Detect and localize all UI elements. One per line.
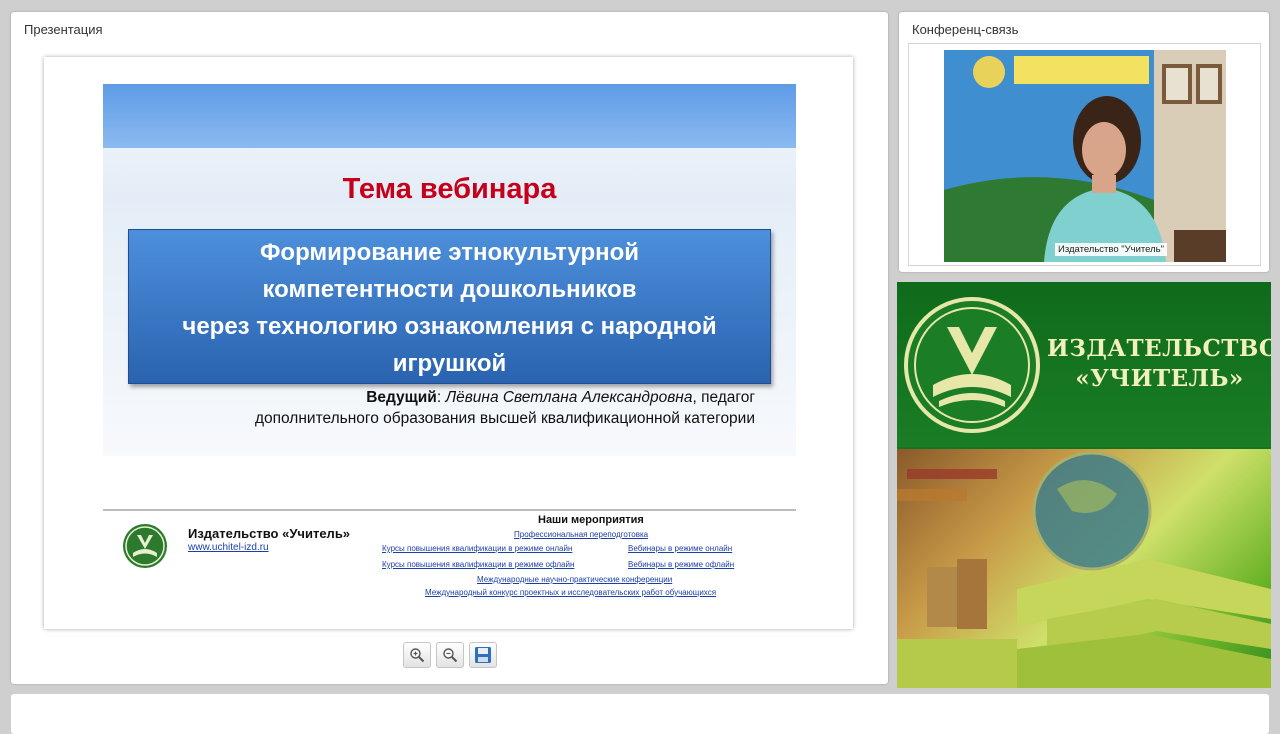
zoom-in-button[interactable] bbox=[403, 642, 431, 668]
publisher-emblem-icon bbox=[904, 297, 1040, 433]
zoom-in-icon bbox=[410, 648, 425, 663]
banner-books-image bbox=[897, 449, 1271, 688]
presentation-panel-title: Презентация bbox=[24, 22, 103, 37]
banner-name-line-1: ИЗДАТЕЛЬСТВО bbox=[1047, 335, 1271, 362]
slide-topic-box: Формирование этнокультурной компетентнос… bbox=[128, 229, 771, 384]
banner-name-line-2: «УЧИТЕЛЬ» bbox=[1075, 365, 1244, 392]
banner-header: ИЗДАТЕЛЬСТВО «УЧИТЕЛЬ» bbox=[897, 282, 1271, 447]
link-courses-online[interactable]: Курсы повышения квалификации в режиме он… bbox=[382, 544, 572, 553]
link-conferences[interactable]: Международные научно-практические конфер… bbox=[477, 575, 672, 584]
video-frame: Издательство "Учитель" bbox=[908, 43, 1261, 266]
video-caption: Издательство "Учитель" bbox=[1054, 243, 1167, 256]
presenter-name: Лёвина Светлана Александровна bbox=[445, 389, 693, 406]
zoom-out-icon bbox=[443, 648, 458, 663]
presenter-label: Ведущий bbox=[366, 389, 437, 406]
link-contest[interactable]: Международный конкурс проектных и исслед… bbox=[425, 588, 716, 597]
topic-line-2: компетентности дошкольников bbox=[262, 276, 637, 303]
webcam-image bbox=[944, 50, 1226, 262]
topic-line-1: Формирование этнокультурной bbox=[259, 239, 640, 266]
conference-panel-title: Конференц-связь bbox=[912, 22, 1019, 37]
bottom-panel bbox=[11, 694, 1269, 734]
presentation-panel: Презентация Тема вебинара Формирование э… bbox=[11, 12, 888, 684]
topic-line-3: через технологию ознакомления с народной bbox=[182, 313, 717, 340]
slide-header-band bbox=[103, 84, 796, 148]
publisher-logo-icon bbox=[123, 524, 167, 568]
conference-panel: Конференц-связь Издательство "Учитель" bbox=[899, 12, 1269, 272]
books-globe-illustration bbox=[897, 451, 1271, 688]
presenter-role-1: , педагог bbox=[692, 389, 755, 406]
publisher-banner: ИЗДАТЕЛЬСТВО «УЧИТЕЛЬ» bbox=[897, 282, 1271, 688]
presentation-slide: Тема вебинара Формирование этнокультурно… bbox=[44, 57, 853, 629]
footer-url-link[interactable]: www.uchitel-izd.ru bbox=[188, 542, 269, 553]
link-retraining[interactable]: Профессиональная переподготовка bbox=[514, 530, 648, 539]
footer-publisher-name: Издательство «Учитель» bbox=[188, 526, 351, 541]
link-webinars-offline[interactable]: Вебинары в режиме офлайн bbox=[628, 560, 734, 569]
slide-heading: Тема вебинара bbox=[342, 173, 557, 205]
zoom-out-button[interactable] bbox=[436, 642, 464, 668]
slide-title-area: Тема вебинара Формирование этнокультурно… bbox=[103, 84, 796, 456]
slide-presenter-info: Ведущий: Лёвина Светлана Александровна, … bbox=[183, 387, 755, 429]
slide-footer: Издательство «Учитель» www.uchitel-izd.r… bbox=[103, 511, 796, 621]
link-webinars-online[interactable]: Вебинары в режиме онлайн bbox=[628, 544, 732, 553]
presenter-role-2: дополнительного образования высшей квали… bbox=[254, 410, 755, 427]
video-feed[interactable]: Издательство "Учитель" bbox=[944, 50, 1226, 262]
save-button[interactable] bbox=[469, 642, 497, 668]
floppy-disk-icon bbox=[475, 647, 491, 663]
topic-line-4: игрушкой bbox=[392, 350, 507, 377]
footer-events-title: Наши мероприятия bbox=[538, 514, 644, 526]
banner-publisher-name: ИЗДАТЕЛЬСТВО «УЧИТЕЛЬ» bbox=[1047, 334, 1271, 394]
link-courses-offline[interactable]: Курсы повышения квалификации в режиме оф… bbox=[382, 560, 574, 569]
